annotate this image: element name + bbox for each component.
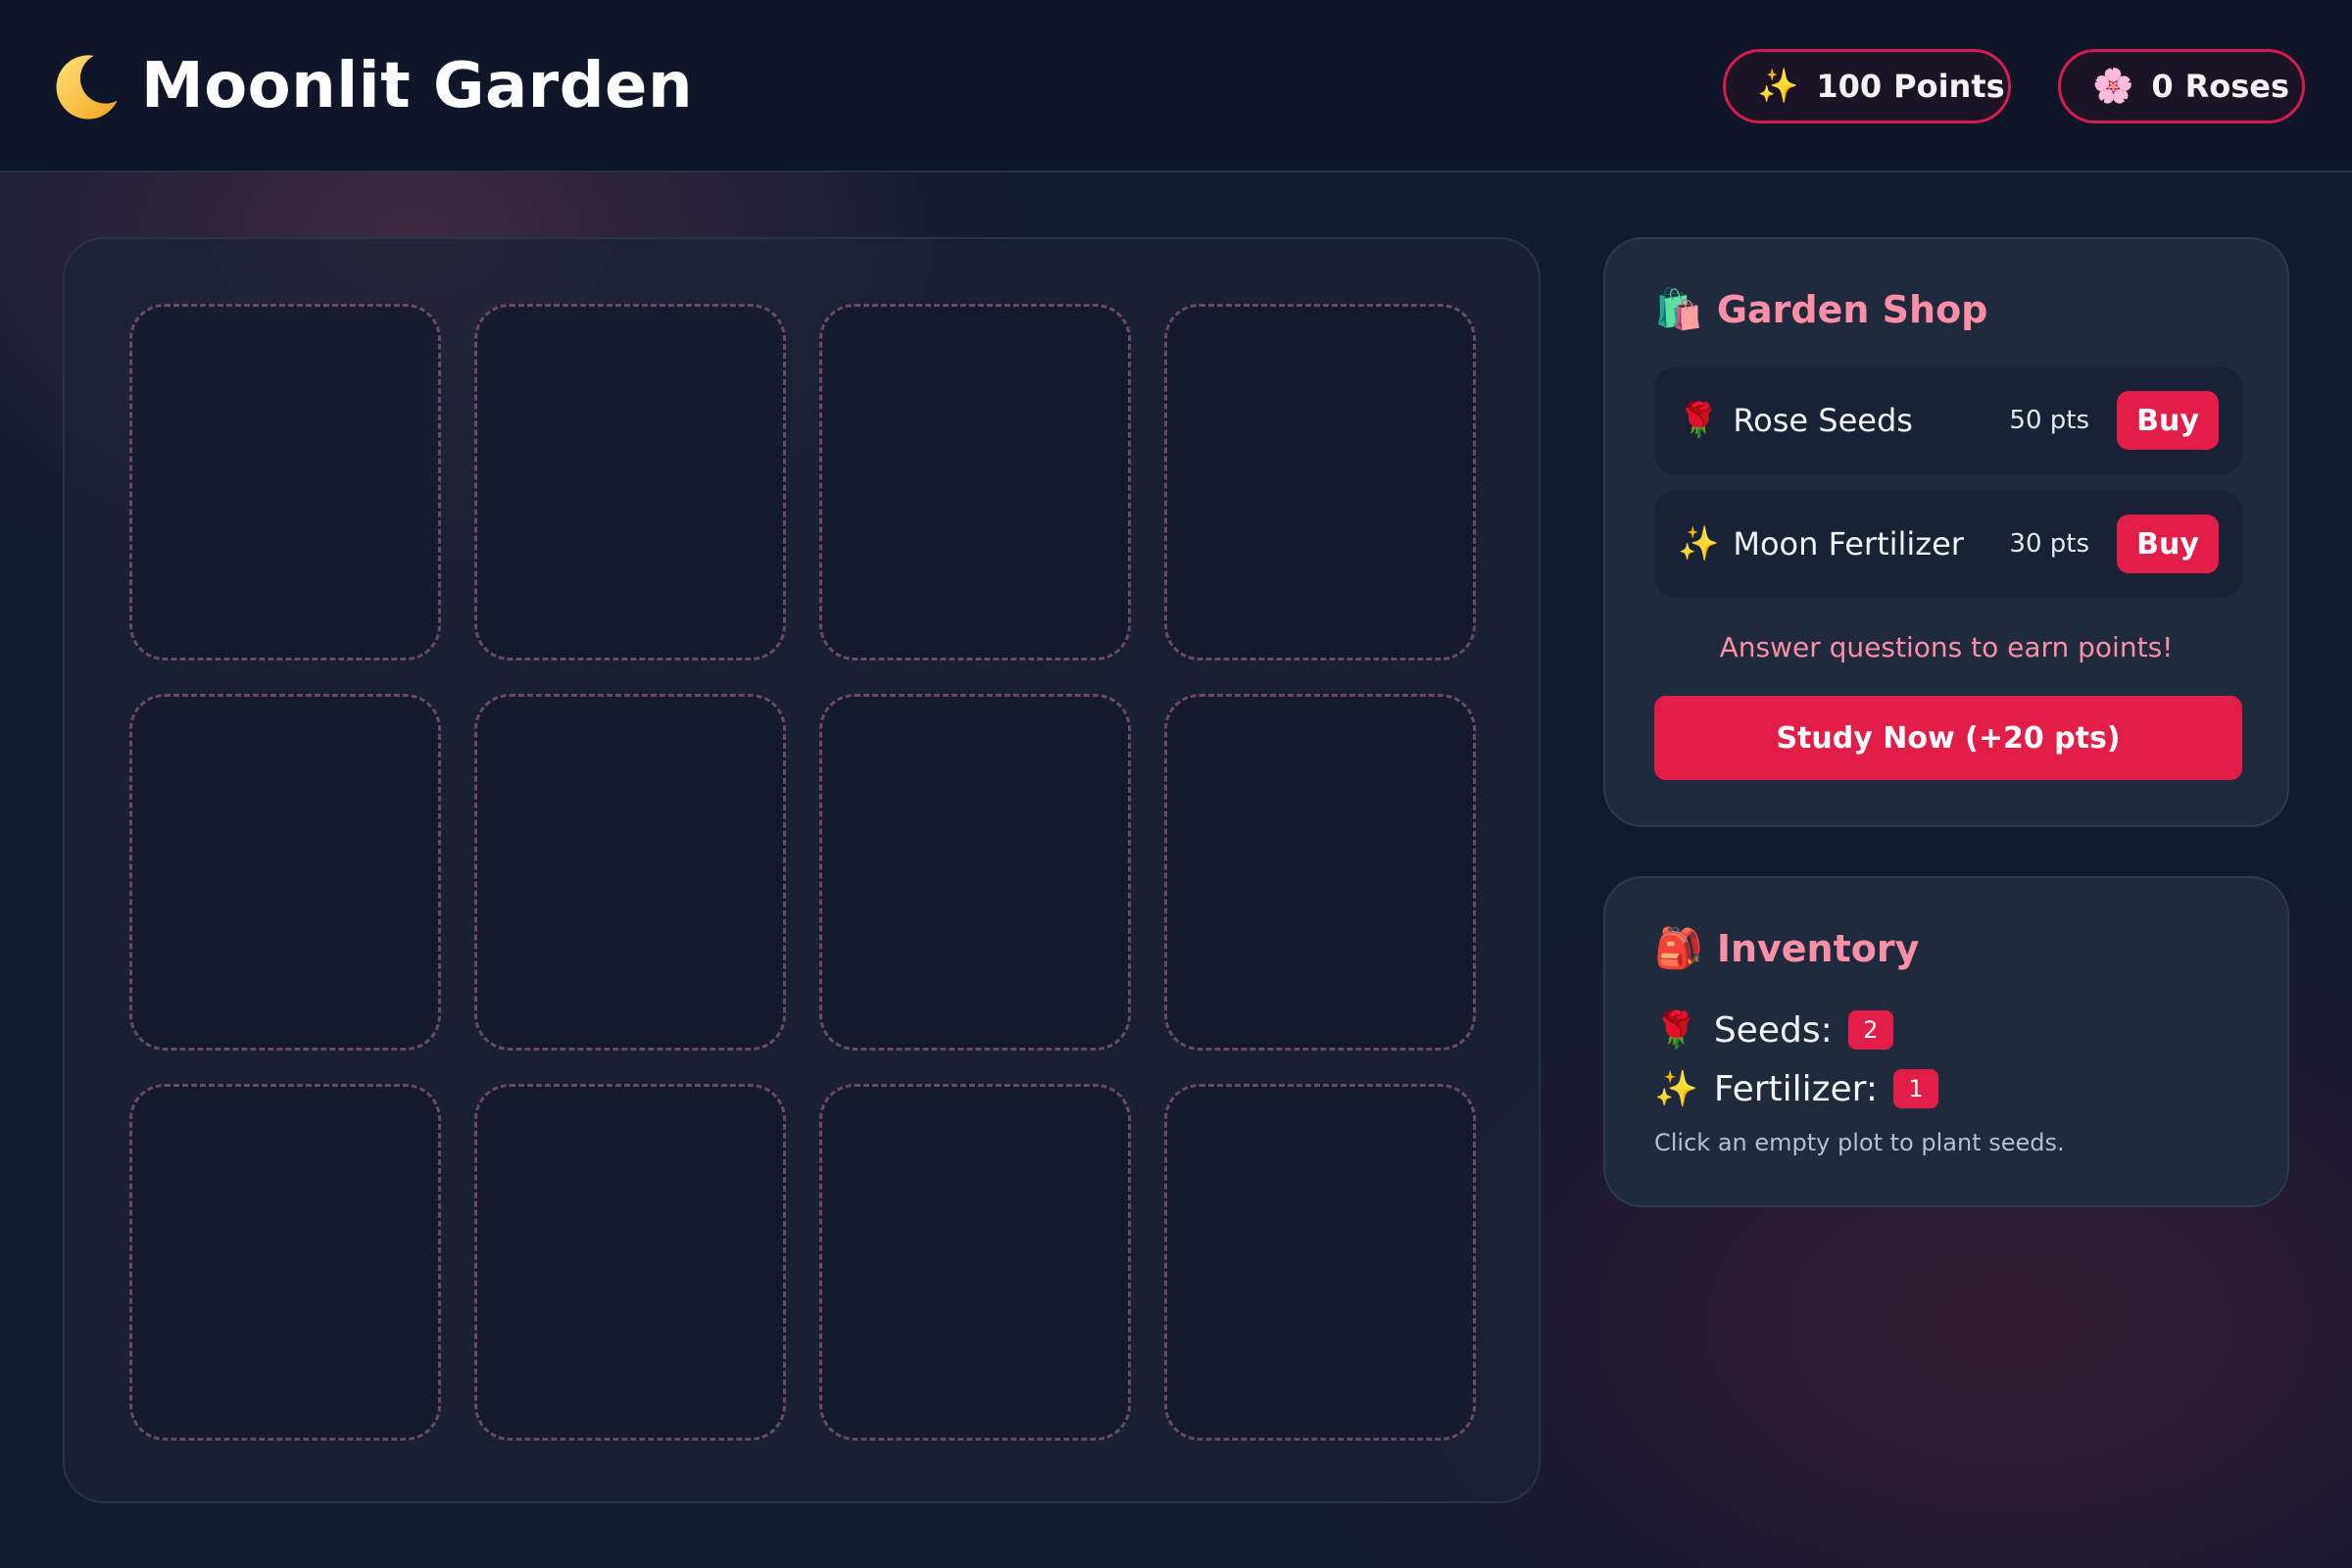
roses-counter: 🌸 0 Roses [2058, 49, 2305, 123]
planting-hint: Click an empty plot to plant seeds. [1654, 1129, 2065, 1156]
points-value: 100 [1816, 68, 1883, 105]
buy-moon-fertilizer-button[interactable]: Buy [2117, 514, 2219, 573]
shop-item-label: Moon Fertilizer [1733, 525, 1964, 563]
inventory-seeds: 🌹 Seeds: 2 [1654, 1005, 1893, 1054]
shop-title: 🛍️ Garden Shop [1654, 286, 1987, 332]
app-header: Moonlit Garden ✨ 100 Points 🌸 0 Roses [0, 0, 2352, 172]
buy-rose-seeds-button[interactable]: Buy [2117, 391, 2219, 450]
fertilizer-label: Fertilizer: [1713, 1068, 1878, 1109]
study-now-button[interactable]: Study Now (+20 pts) [1654, 696, 2242, 780]
garden-plot[interactable] [1164, 1084, 1476, 1441]
garden-plot[interactable] [819, 1084, 1131, 1441]
crescent-moon-icon [56, 55, 118, 120]
garden-plot[interactable] [129, 694, 441, 1051]
garden-board [63, 237, 1541, 1503]
shop-item-name: 🌹 Rose Seeds [1678, 367, 1913, 474]
seeds-label: Seeds: [1713, 1009, 1833, 1051]
shop-item-price: 30 pts [2009, 529, 2089, 559]
blossom-icon: 🌸 [2092, 67, 2134, 106]
fertilizer-count-badge: 1 [1892, 1069, 1938, 1108]
sparkles-icon: ✨ [1678, 524, 1720, 564]
garden-plot[interactable] [474, 1084, 786, 1441]
inventory-panel: 🎒 Inventory 🌹 Seeds: 2 ✨ Fertilizer: 1 C… [1603, 876, 2289, 1207]
shop-item-name: ✨ Moon Fertilizer [1678, 490, 1964, 598]
roses-value: 0 [2151, 68, 2174, 105]
shop-item-moon-fertilizer: ✨ Moon Fertilizer 30 pts Buy [1654, 490, 2242, 598]
garden-plot[interactable] [474, 694, 786, 1051]
shop-item-label: Rose Seeds [1733, 402, 1913, 439]
garden-plot[interactable] [1164, 304, 1476, 661]
garden-plot[interactable] [819, 694, 1131, 1051]
roses-label: Roses [2184, 68, 2290, 105]
app-title: Moonlit Garden [141, 50, 693, 122]
logo: Moonlit Garden [49, 49, 693, 123]
garden-plot[interactable] [474, 304, 786, 661]
shop-item-rose-seeds: 🌹 Rose Seeds 50 pts Buy [1654, 367, 2242, 474]
earn-points-hint: Answer questions to earn points! [1719, 631, 2174, 663]
garden-shop-panel: 🛍️ Garden Shop 🌹 Rose Seeds 50 pts Buy ✨… [1603, 237, 2289, 827]
inventory-title: 🎒 Inventory [1654, 925, 1919, 971]
garden-plot[interactable] [1164, 694, 1476, 1051]
points-label: Points [1893, 68, 2005, 105]
backpack-icon: 🎒 [1654, 926, 1703, 971]
sparkles-icon: ✨ [1757, 67, 1799, 106]
rose-icon: 🌹 [1678, 401, 1720, 440]
sparkles-icon: ✨ [1654, 1069, 1698, 1109]
inventory-title-text: Inventory [1716, 926, 1920, 970]
points-counter: ✨ 100 Points [1723, 49, 2011, 123]
inventory-fertilizer: ✨ Fertilizer: 1 [1654, 1064, 1938, 1113]
garden-plot[interactable] [819, 304, 1131, 661]
rose-icon: 🌹 [1654, 1010, 1698, 1051]
garden-plot[interactable] [129, 1084, 441, 1441]
garden-plot[interactable] [129, 304, 441, 661]
shop-title-text: Garden Shop [1716, 287, 1988, 331]
seeds-count-badge: 2 [1847, 1010, 1893, 1050]
shopping-bags-icon: 🛍️ [1654, 287, 1703, 332]
shop-item-price: 50 pts [2009, 406, 2089, 435]
